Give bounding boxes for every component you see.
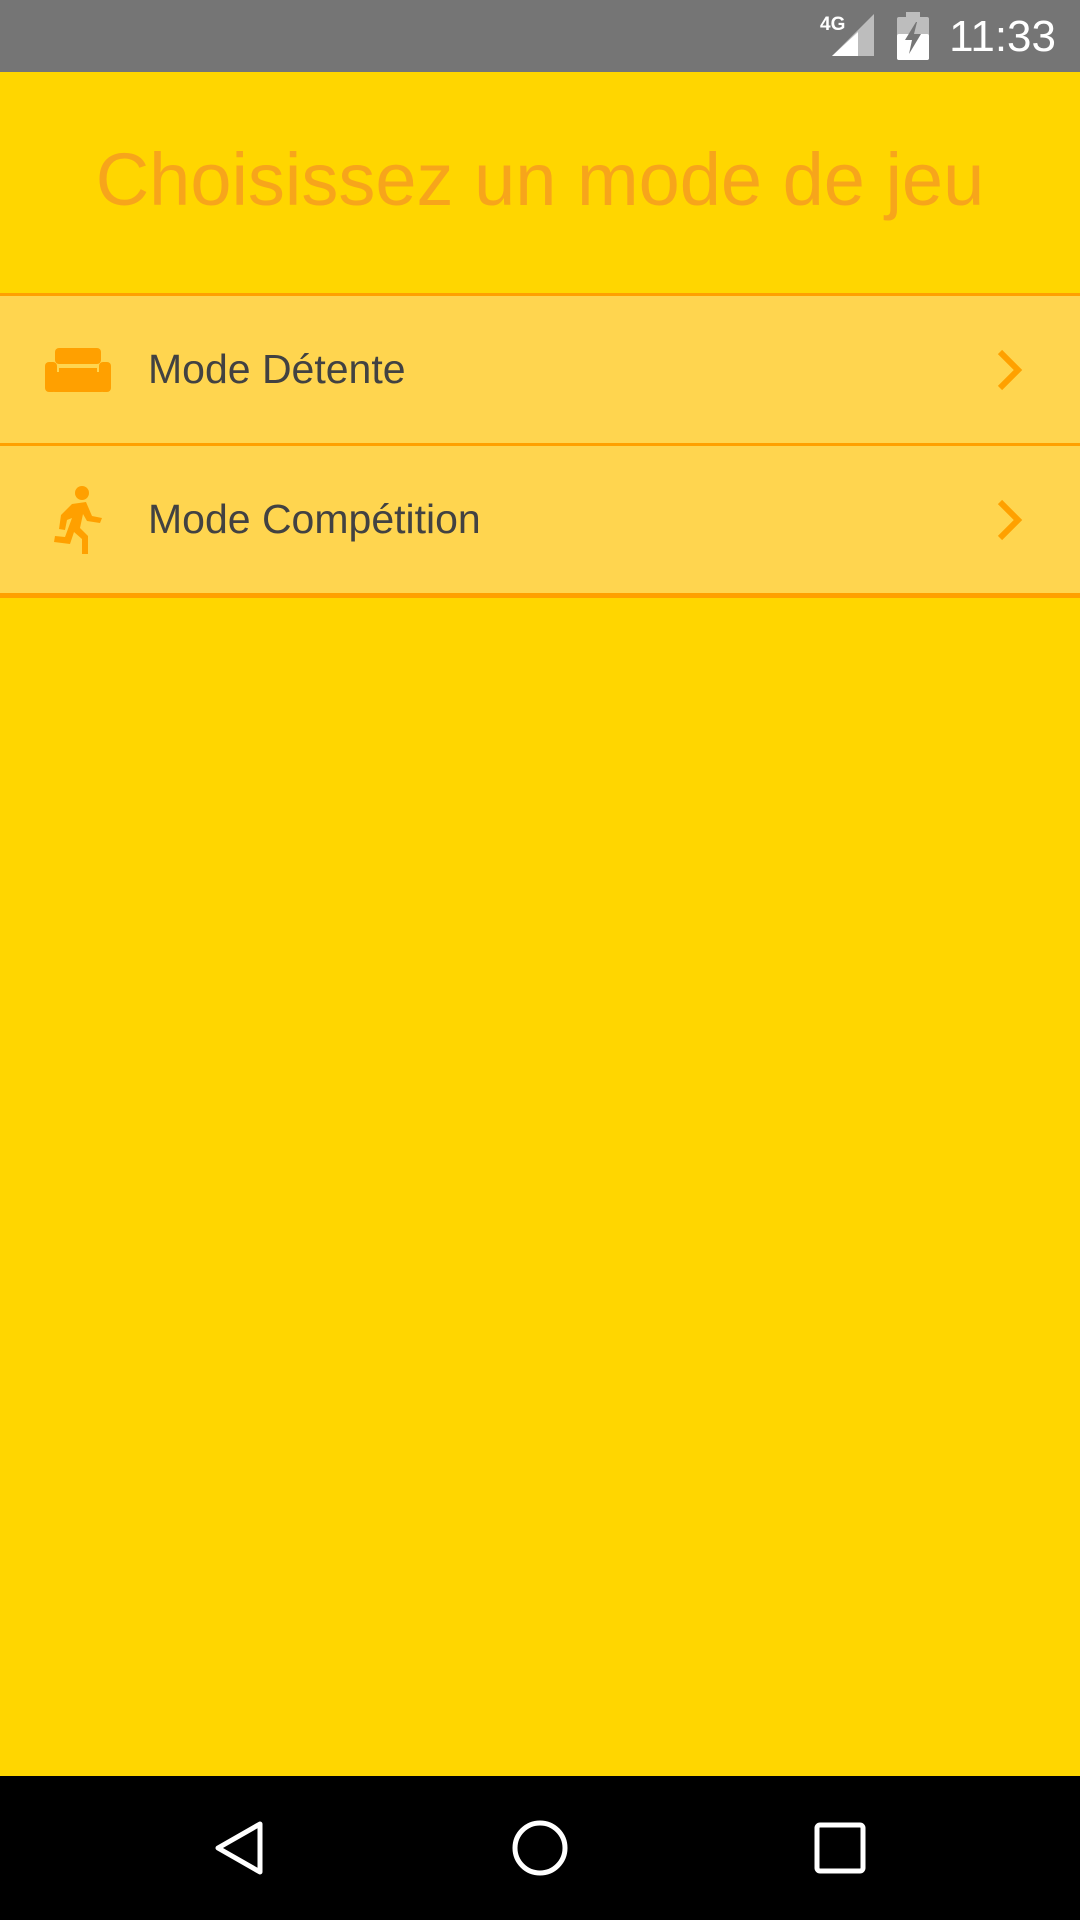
cell-signal-icon: 4G: [820, 14, 874, 56]
back-triangle-icon[interactable]: [204, 1812, 276, 1884]
status-time: 11:33: [949, 12, 1056, 61]
battery-charging-icon: [897, 12, 929, 60]
sofa-icon: [40, 332, 116, 408]
status-bar: 4G 11:33: [0, 0, 1080, 72]
running-person-icon: [40, 482, 116, 558]
menu-item-mode-competition[interactable]: Mode Compétition: [0, 443, 1080, 598]
recents-square-icon[interactable]: [804, 1812, 876, 1884]
screen: 4G 11:33 Choisissez un mode de jeu Mode …: [0, 0, 1080, 1920]
menu-item-mode-detente[interactable]: Mode Détente: [0, 293, 1080, 443]
chevron-right-icon: [997, 349, 1023, 390]
page-title: Choisissez un mode de jeu: [95, 138, 985, 221]
network-type-label: 4G: [820, 14, 845, 35]
mode-menu: Mode Détente Mode Compétition: [0, 293, 1080, 598]
header: Choisissez un mode de jeu: [0, 72, 1080, 294]
home-circle-icon[interactable]: [504, 1812, 576, 1884]
menu-item-label: Mode Détente: [148, 346, 406, 392]
navigation-bar: [0, 1776, 1080, 1920]
menu-item-label: Mode Compétition: [148, 496, 481, 542]
chevron-right-icon: [997, 499, 1023, 540]
